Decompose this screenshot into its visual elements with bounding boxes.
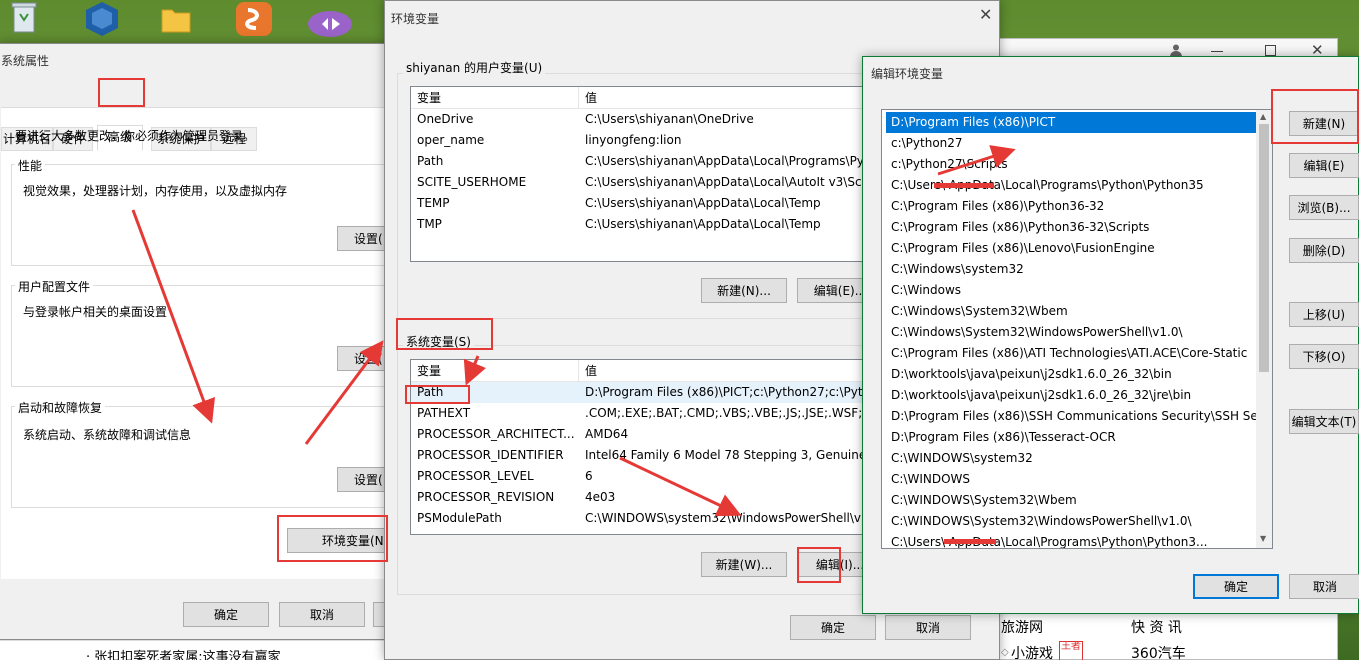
scroll-up-icon[interactable]: ▲ [1260, 112, 1266, 121]
variable-name: oper_name [417, 133, 485, 147]
performance-label: 性能 [15, 157, 46, 174]
vertical-scrollbar[interactable]: ▲ ▼ [1256, 110, 1272, 548]
delete-button[interactable]: 删除(D) [1289, 238, 1359, 263]
path-list-item[interactable]: C:\WINDOWS\System32\WindowsPowerShell\v1… [886, 511, 1258, 532]
admin-note: 要进行大多数更改，你必须作为管理员登录。 [15, 129, 256, 143]
ok-button[interactable]: 确定 [1193, 574, 1279, 599]
startup-recovery-label: 启动和故障恢复 [15, 399, 106, 416]
path-list-item[interactable]: C:\Windows\system32 [886, 259, 1258, 280]
minimize-icon[interactable] [1211, 51, 1223, 52]
pycharm-icon[interactable] [234, 0, 274, 38]
edit-text-button[interactable]: 编辑文本(T) [1289, 409, 1359, 434]
desktop-icon-strip [0, 0, 384, 40]
user-icon[interactable] [1169, 43, 1183, 57]
variable-name: PROCESSOR_REVISION [417, 490, 555, 504]
variable-name: TMP [417, 217, 442, 231]
variable-name: Path [417, 154, 444, 168]
environment-variables-button[interactable]: 环境变量(N [287, 528, 393, 553]
path-list-item[interactable]: C:\Program Files (x86)\Python36-32 [886, 196, 1258, 217]
redaction-mark [934, 183, 994, 188]
browse-button[interactable]: 浏览(B)... [1289, 195, 1359, 220]
startup-recovery-desc: 系统启动、系统故障和调试信息 [23, 428, 192, 442]
visual-studio-icon[interactable] [306, 4, 354, 38]
cancel-button[interactable]: 取消 [885, 615, 971, 640]
ok-button[interactable]: 确定 [183, 602, 269, 627]
system-properties-window: 系统属性 计算机名 硬件 高级 系统保护 远程 要进行大多数更改，你必须作为管理… [0, 43, 393, 640]
user-profile-desc: 与登录帐户相关的桌面设置 [23, 305, 168, 319]
dialog-title: 环境变量 [391, 12, 440, 26]
startup-recovery-group [11, 406, 393, 508]
path-list-item[interactable]: C:\Windows\System32\Wbem [886, 301, 1258, 322]
column-header-variable[interactable]: 变量 [411, 360, 579, 382]
recycle-bin-icon[interactable] [10, 0, 38, 34]
system-variables-label: 系统变量(S) [403, 333, 474, 350]
variable-name: PATHEXT [417, 406, 471, 420]
ok-button[interactable]: 确定 [790, 615, 876, 640]
game-badge: 王者 [1059, 641, 1083, 660]
dialog-title: 编辑环境变量 [871, 67, 944, 81]
virtualbox-icon[interactable] [84, 0, 120, 36]
path-list-item[interactable]: C:\Program Files (x86)\ATI Technologies\… [886, 343, 1258, 364]
scroll-thumb[interactable] [1259, 124, 1269, 372]
variable-name: PROCESSOR_IDENTIFIER [417, 448, 564, 462]
column-header-variable[interactable]: 变量 [411, 87, 579, 109]
user-profile-group [11, 285, 393, 387]
path-list-item[interactable]: C:\Windows\System32\WindowsPowerShell\v1… [886, 322, 1258, 343]
variable-name: SCITE_USERHOME [417, 175, 527, 189]
system-new-button[interactable]: 新建(W)... [701, 552, 787, 577]
maximize-icon[interactable] [1265, 45, 1276, 56]
scroll-down-icon[interactable]: ▼ [1260, 534, 1266, 543]
path-list-item[interactable]: D:\worktools\java\peixun\j2sdk1.6.0_26_3… [886, 364, 1258, 385]
path-list-item[interactable]: C:\Users\ AppData\Local\Programs\Python\… [886, 532, 1258, 548]
folder-icon[interactable] [160, 4, 192, 34]
path-list[interactable]: D:\Program Files (x86)\PICT c:\Python27 c:… [881, 109, 1273, 549]
user-variables-label: shiyanan 的用户变量(U) [403, 59, 546, 76]
user-new-button[interactable]: 新建(N)... [701, 278, 787, 303]
path-list-item[interactable]: C:\WINDOWS [886, 469, 1258, 490]
variable-name: Path [417, 385, 444, 399]
path-list-item[interactable]: c:\Python27 [886, 133, 1258, 154]
variable-name: TEMP [417, 196, 450, 210]
redaction-mark [944, 539, 996, 544]
path-list-items: D:\Program Files (x86)\PICT c:\Python27 c:… [886, 112, 1258, 548]
path-list-item[interactable]: C:\Program Files (x86)\Python36-32\Scrip… [886, 217, 1258, 238]
location-icon: ◇ [1001, 647, 1009, 658]
path-list-item[interactable]: C:\WINDOWS\system32 [886, 448, 1258, 469]
performance-group [11, 164, 393, 266]
variable-name: OneDrive [417, 112, 474, 126]
browser-link[interactable]: 360汽车 [1131, 643, 1186, 660]
path-list-item[interactable]: D:\worktools\java\peixun\j2sdk1.6.0_26_3… [886, 385, 1258, 406]
path-list-item[interactable]: D:\Program Files (x86)\PICT [886, 112, 1258, 133]
move-up-button[interactable]: 上移(U) [1289, 302, 1359, 327]
variable-name: PROCESSOR_ARCHITECT... [417, 427, 575, 441]
browser-link[interactable]: 小游戏 [1011, 643, 1053, 660]
browser-link[interactable]: 快 资 讯 [1131, 617, 1182, 637]
path-list-item[interactable]: C:\Program Files (x86)\Lenovo\FusionEngi… [886, 238, 1258, 259]
path-list-item[interactable]: C:\Windows [886, 280, 1258, 301]
user-profile-label: 用户配置文件 [15, 278, 94, 295]
window-title: 系统属性 [1, 54, 50, 68]
path-list-item[interactable]: D:\Program Files (x86)\Tesseract-OCR [886, 427, 1258, 448]
edit-environment-variable-dialog: 编辑环境变量 D:\Program Files (x86)\PICT c:\Pyt… [862, 56, 1359, 614]
move-down-button[interactable]: 下移(O) [1289, 344, 1359, 369]
path-list-item[interactable]: C:\WINDOWS\System32\Wbem [886, 490, 1258, 511]
cancel-button[interactable]: 取消 [1289, 574, 1359, 599]
news-item[interactable]: · 张扣扣案死者家属:这事没有赢家 [86, 646, 281, 660]
close-icon[interactable]: ✕ [979, 5, 992, 24]
variable-name: PROCESSOR_LEVEL [417, 469, 534, 483]
performance-desc: 视觉效果，处理器计划，内存使用，以及虚拟内存 [23, 184, 288, 198]
cancel-button[interactable]: 取消 [279, 602, 365, 627]
path-list-item[interactable]: c:\Python27\Scripts [886, 154, 1258, 175]
browser-link[interactable]: 旅游网 [1001, 617, 1043, 637]
edit-button[interactable]: 编辑(E) [1289, 153, 1359, 178]
new-button[interactable]: 新建(N) [1289, 111, 1359, 136]
variable-name: PSModulePath [417, 511, 502, 525]
path-list-item[interactable]: D:\Program Files (x86)\SSH Communication… [886, 406, 1258, 427]
